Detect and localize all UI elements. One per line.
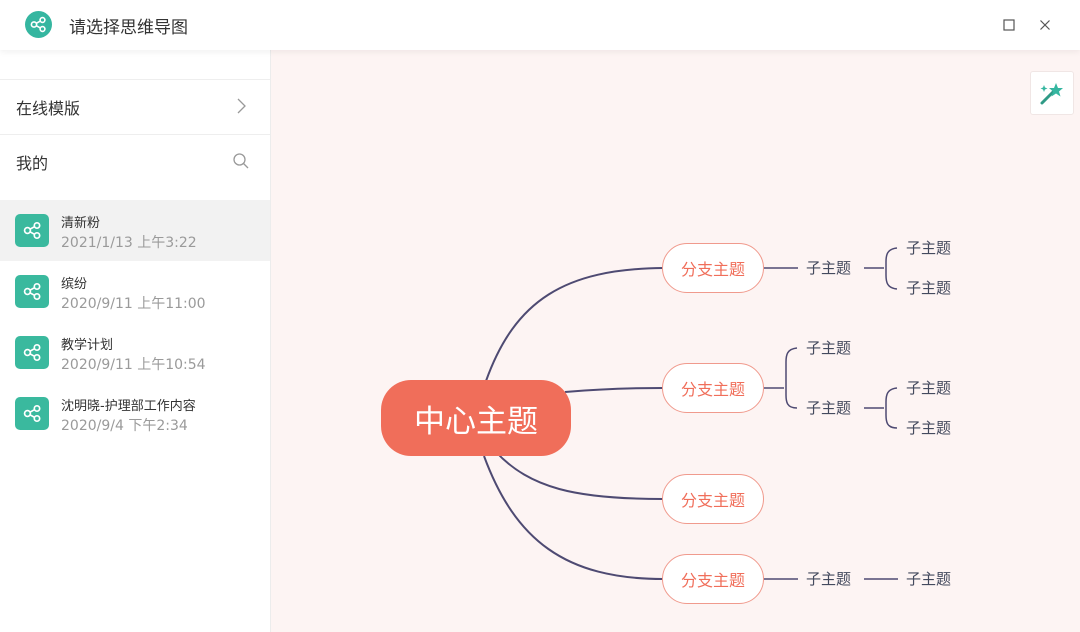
mindmap-file-icon: [15, 275, 49, 308]
file-name: 沈明晓-护理部工作内容: [61, 399, 196, 414]
file-date: 2020/9/11 上午10:54: [61, 357, 206, 373]
mindmap-preview-canvas: [271, 50, 1080, 632]
file-list-item[interactable]: 教学计划 2020/9/11 上午10:54: [0, 322, 270, 383]
file-date: 2020/9/4 下午2:34: [61, 418, 188, 434]
subtopic-node[interactable]: 子主题: [906, 569, 951, 589]
subtopic-node[interactable]: 子主题: [906, 278, 951, 298]
file-date: 2021/1/13 上午3:22: [61, 235, 197, 251]
file-list-item[interactable]: 清新粉 2021/1/13 上午3:22: [0, 200, 270, 261]
window-title: 请选择思维导图: [69, 18, 188, 38]
subtopic-node[interactable]: 子主题: [806, 569, 851, 589]
magic-wand-icon: [1040, 83, 1063, 105]
close-icon: [1040, 20, 1050, 30]
subtopic-node[interactable]: 子主题: [906, 418, 951, 438]
app-logo-icon: [25, 11, 52, 38]
title-bar: 请选择思维导图: [0, 0, 1080, 50]
maximize-button[interactable]: [998, 14, 1020, 36]
maximize-icon: [1003, 19, 1015, 31]
mine-section-header: 我的: [0, 134, 270, 188]
branch-topic-node[interactable]: 分支主题: [662, 363, 764, 413]
magic-wand-button[interactable]: [1030, 71, 1074, 115]
file-date: 2020/9/11 上午11:00: [61, 296, 206, 312]
chevron-right-icon: [237, 98, 246, 114]
subtopic-node[interactable]: 子主题: [906, 238, 951, 258]
online-templates-label: 在线模版: [16, 98, 81, 118]
search-icon[interactable]: [232, 152, 250, 170]
subtopic-node[interactable]: 子主题: [906, 378, 951, 398]
subtopic-node[interactable]: 子主题: [806, 258, 851, 278]
mindmap-file-icon: [15, 214, 49, 247]
file-name: 清新粉: [61, 216, 101, 231]
branch-topic-node[interactable]: 分支主题: [662, 243, 764, 293]
mindmap-file-icon: [15, 397, 49, 430]
file-name: 教学计划: [61, 338, 114, 353]
sidebar: 在线模版 我的 清新粉 2021/1/13 上午3:22 缤纷 2020/9/1…: [0, 50, 271, 632]
subtopic-node[interactable]: 子主题: [806, 398, 851, 418]
branch-topic-node[interactable]: 分支主题: [662, 474, 764, 524]
central-topic-node[interactable]: 中心主题: [381, 380, 571, 456]
mine-label: 我的: [16, 153, 49, 173]
online-templates-item[interactable]: 在线模版: [0, 79, 270, 133]
branch-topic-node[interactable]: 分支主题: [662, 554, 764, 604]
mindmap-file-icon: [15, 336, 49, 369]
file-list-item[interactable]: 沈明晓-护理部工作内容 2020/9/4 下午2:34: [0, 383, 270, 444]
file-name: 缤纷: [61, 277, 88, 292]
close-button[interactable]: [1034, 14, 1056, 36]
subtopic-node[interactable]: 子主题: [806, 338, 851, 358]
file-list-item[interactable]: 缤纷 2020/9/11 上午11:00: [0, 261, 270, 322]
